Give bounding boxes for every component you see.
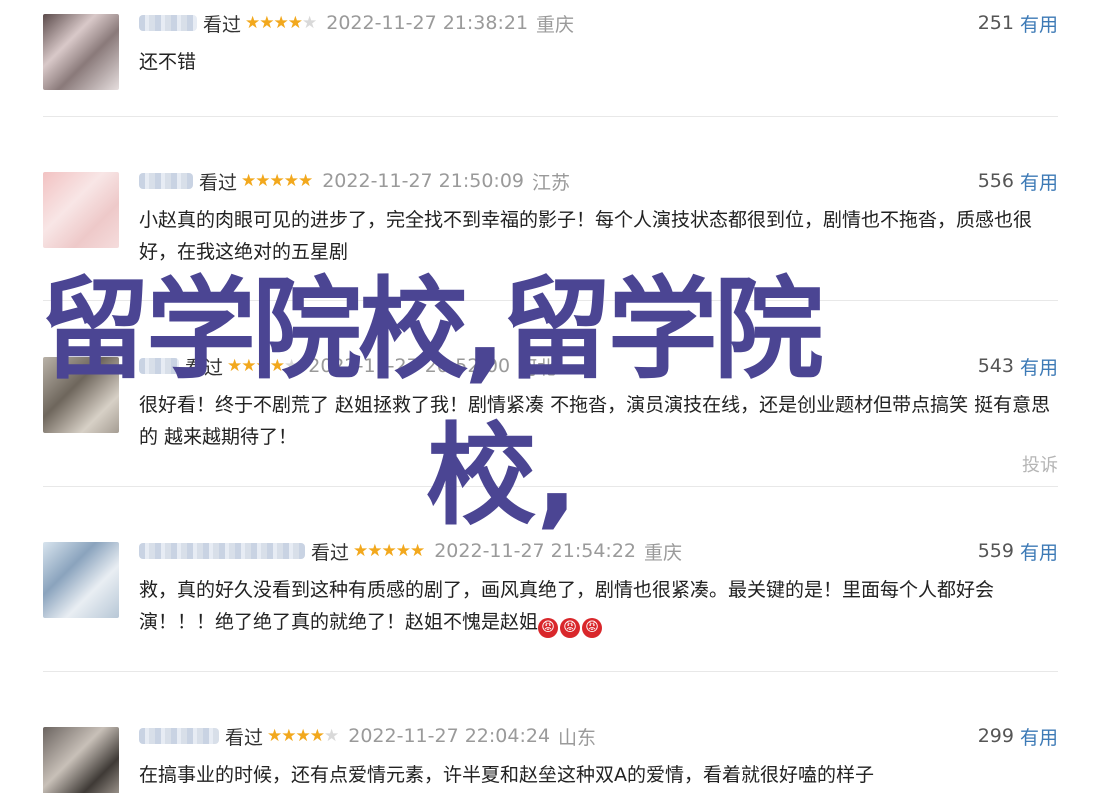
vote-count: 543 xyxy=(977,355,1014,377)
comment-location: 江苏 xyxy=(532,171,571,194)
comment-text: 很好看！终于不剧荒了 赵姐拯救了我！剧情紧凑 不拖沓，演员演技在线，还是创业题材… xyxy=(139,394,1051,448)
vote-area: 556 有用 xyxy=(978,168,1058,194)
vote-count: 556 xyxy=(977,170,1014,192)
comment-meta: 看过 ★★★★★ 2022-11-27 20:52:00 河北 xyxy=(139,353,556,379)
comment-text: 小赵真的肉眼可见的进步了，完全找不到幸福的影子！每个人演技状态都很到位，剧情也不… xyxy=(139,209,1033,263)
comment-location: 山东 xyxy=(558,726,597,749)
comment-item: 看过 ★★★★★ 2022-11-27 20:52:00 河北 543 有用 很… xyxy=(43,351,1058,481)
username-blurred[interactable] xyxy=(139,173,193,189)
vote-count: 299 xyxy=(977,725,1014,747)
username-blurred[interactable] xyxy=(139,15,197,31)
vote-area: 543 有用 xyxy=(978,353,1058,379)
comment-item: 看过 ★★★★★ 2022-11-27 21:54:22 重庆 559 有用 救… xyxy=(43,536,1058,656)
watch-status: 看过 xyxy=(225,726,264,749)
watch-status: 看过 xyxy=(203,13,242,36)
rating-stars: ★★★★★ xyxy=(267,726,339,746)
username-blurred[interactable] xyxy=(139,358,179,374)
avatar[interactable] xyxy=(43,727,119,793)
comment-time: 2022-11-27 22:04:24 xyxy=(348,725,551,747)
avatar[interactable] xyxy=(43,357,119,433)
useful-button[interactable]: 有用 xyxy=(1020,353,1058,380)
comment-item: 看过 ★★★★★ 2022-11-27 22:04:24 山东 299 有用 在… xyxy=(43,721,1058,793)
avatar[interactable] xyxy=(43,172,119,248)
comment-text: 救，真的好久没看到这种有质感的剧了，画风真绝了，剧情也很紧凑。最关键的是！里面每… xyxy=(139,574,1054,638)
comment-meta: 看过 ★★★★★ 2022-11-27 21:54:22 重庆 xyxy=(139,538,682,564)
angry-face-icon: 😡 xyxy=(560,618,581,638)
vote-area: 299 有用 xyxy=(978,723,1058,749)
report-button[interactable]: 投诉 xyxy=(1022,451,1058,477)
divider xyxy=(43,671,1058,672)
angry-face-icon: 😡 xyxy=(582,618,603,638)
rating-stars: ★★★★★ xyxy=(245,13,317,33)
divider xyxy=(43,116,1058,117)
divider xyxy=(43,486,1058,487)
page: 看过 ★★★★★ 2022-11-27 21:38:21 重庆 251 有用 还… xyxy=(0,0,1113,793)
avatar[interactable] xyxy=(43,14,119,90)
vote-count: 559 xyxy=(977,540,1014,562)
username-blurred[interactable] xyxy=(139,543,305,559)
rating-stars: ★★★★★ xyxy=(353,541,425,561)
comment-location: 重庆 xyxy=(644,541,683,564)
vote-area: 251 有用 xyxy=(978,10,1058,36)
comment-text: 还不错 xyxy=(139,51,197,73)
comment-time: 2022-11-27 21:50:09 xyxy=(322,170,525,192)
comment-item: 看过 ★★★★★ 2022-11-27 21:38:21 重庆 251 有用 还… xyxy=(43,8,1058,108)
username-blurred[interactable] xyxy=(139,728,219,744)
watch-status: 看过 xyxy=(311,541,350,564)
angry-face-icon: 😡 xyxy=(538,618,559,638)
useful-button[interactable]: 有用 xyxy=(1020,10,1058,37)
comment-meta: 看过 ★★★★★ 2022-11-27 21:50:09 江苏 xyxy=(139,168,570,194)
watch-status: 看过 xyxy=(199,171,238,194)
comment-time: 2022-11-27 20:52:00 xyxy=(308,355,511,377)
vote-area: 559 有用 xyxy=(978,538,1058,564)
rating-stars: ★★★★★ xyxy=(241,171,313,191)
divider xyxy=(43,300,1058,301)
useful-button[interactable]: 有用 xyxy=(1020,538,1058,565)
watch-status: 看过 xyxy=(185,356,224,379)
comment-meta: 看过 ★★★★★ 2022-11-27 21:38:21 重庆 xyxy=(139,10,574,36)
comment-location: 重庆 xyxy=(536,13,575,36)
useful-button[interactable]: 有用 xyxy=(1020,723,1058,750)
useful-button[interactable]: 有用 xyxy=(1020,168,1058,195)
avatar[interactable] xyxy=(43,542,119,618)
comment-location: 河北 xyxy=(518,356,557,379)
comment-meta: 看过 ★★★★★ 2022-11-27 22:04:24 山东 xyxy=(139,723,596,749)
comment-list: 看过 ★★★★★ 2022-11-27 21:38:21 重庆 251 有用 还… xyxy=(0,0,1113,793)
comment-time: 2022-11-27 21:54:22 xyxy=(434,540,637,562)
comment-time: 2022-11-27 21:38:21 xyxy=(326,12,529,34)
comment-item: 看过 ★★★★★ 2022-11-27 21:50:09 江苏 556 有用 小… xyxy=(43,166,1058,286)
comment-text: 在搞事业的时候，还有点爱情元素，许半夏和赵垒这种双A的爱情，看着就很好嗑的样子 xyxy=(139,764,874,786)
vote-count: 251 xyxy=(977,12,1014,34)
rating-stars: ★★★★★ xyxy=(227,356,299,376)
